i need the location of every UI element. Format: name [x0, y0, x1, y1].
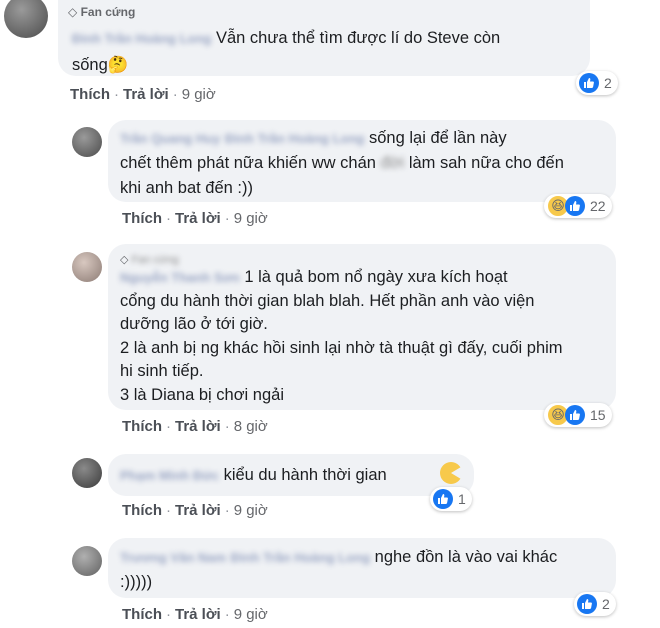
like-icon — [565, 405, 585, 425]
commenter-name[interactable]: Trần Quang Huy — [120, 131, 220, 146]
comment-text: Đinh Trần Hoàng Long Vẫn chưa thể tìm đư… — [72, 29, 501, 74]
comment-actions: Thích · Trả lời · 9 giờ — [122, 502, 268, 519]
comment-bubble: ◇ Fan cứng Nguyễn Thanh Sơn 1 là quả bom… — [108, 244, 616, 410]
reaction-summary[interactable]: 😆 15 — [544, 403, 612, 427]
commenter-name[interactable]: Phạm Minh Đức — [120, 468, 219, 483]
comment-actions: Thích · Trả lời · 9 giờ — [122, 606, 268, 623]
fan-badge: ◇ Fan cứng — [68, 5, 136, 19]
reaction-summary[interactable]: 2 — [574, 592, 616, 616]
commenter-name[interactable]: Nguyễn Thanh Sơn — [120, 270, 240, 285]
avatar[interactable] — [72, 127, 102, 157]
comment-actions: Thích · Trả lời · 9 giờ — [122, 210, 268, 227]
like-button[interactable]: Thích — [122, 502, 162, 519]
comment-actions: Thích · Trả lời · 9 giờ — [70, 86, 216, 103]
timestamp[interactable]: 8 giờ — [234, 418, 268, 435]
avatar[interactable] — [72, 546, 102, 576]
thinking-emoji-icon: 🤔 — [107, 56, 129, 74]
reaction-summary[interactable]: 1 — [430, 487, 472, 511]
avatar[interactable] — [4, 0, 48, 38]
comment-bubble: Phạm Minh Đức kiểu du hành thời gian — [108, 454, 474, 496]
timestamp[interactable]: 9 giờ — [234, 502, 268, 519]
timestamp[interactable]: 9 giờ — [234, 210, 268, 227]
like-button[interactable]: Thích — [70, 86, 110, 103]
like-button[interactable]: Thích — [122, 418, 162, 435]
timestamp[interactable]: 9 giờ — [234, 606, 268, 623]
reply-button[interactable]: Trả lời — [175, 418, 221, 435]
diamond-icon: ◇ — [68, 5, 78, 19]
commenter-name[interactable]: Trương Văn Nam — [120, 550, 226, 565]
like-icon — [565, 196, 585, 216]
like-icon — [577, 594, 597, 614]
like-icon — [579, 73, 599, 93]
avatar[interactable] — [72, 458, 102, 488]
diamond-icon: ◇ — [120, 254, 129, 266]
comment-actions: Thích · Trả lời · 8 giờ — [122, 418, 268, 435]
commenter-name[interactable]: Đinh Trần Hoàng Long — [72, 31, 211, 46]
tagged-name[interactable]: Đinh Trần Hoàng Long — [231, 550, 370, 565]
comment-bubble: Trần Quang Huy Đinh Trần Hoàng Long sống… — [108, 120, 616, 202]
like-button[interactable]: Thích — [122, 606, 162, 623]
reply-button[interactable]: Trả lời — [175, 502, 221, 519]
reaction-summary[interactable]: 😆 22 — [544, 194, 612, 218]
comment-bubble: Trương Văn Nam Đinh Trần Hoàng Long nghe… — [108, 538, 616, 598]
reaction-summary[interactable]: 2 — [576, 71, 618, 95]
like-button[interactable]: Thích — [122, 210, 162, 227]
tagged-name[interactable]: Đinh Trần Hoàng Long — [225, 131, 364, 146]
timestamp[interactable]: 9 giờ — [182, 86, 216, 103]
like-icon — [433, 489, 453, 509]
reply-button[interactable]: Trả lời — [123, 86, 169, 103]
reply-button[interactable]: Trả lời — [175, 606, 221, 623]
avatar[interactable] — [72, 252, 102, 282]
reply-button[interactable]: Trả lời — [175, 210, 221, 227]
